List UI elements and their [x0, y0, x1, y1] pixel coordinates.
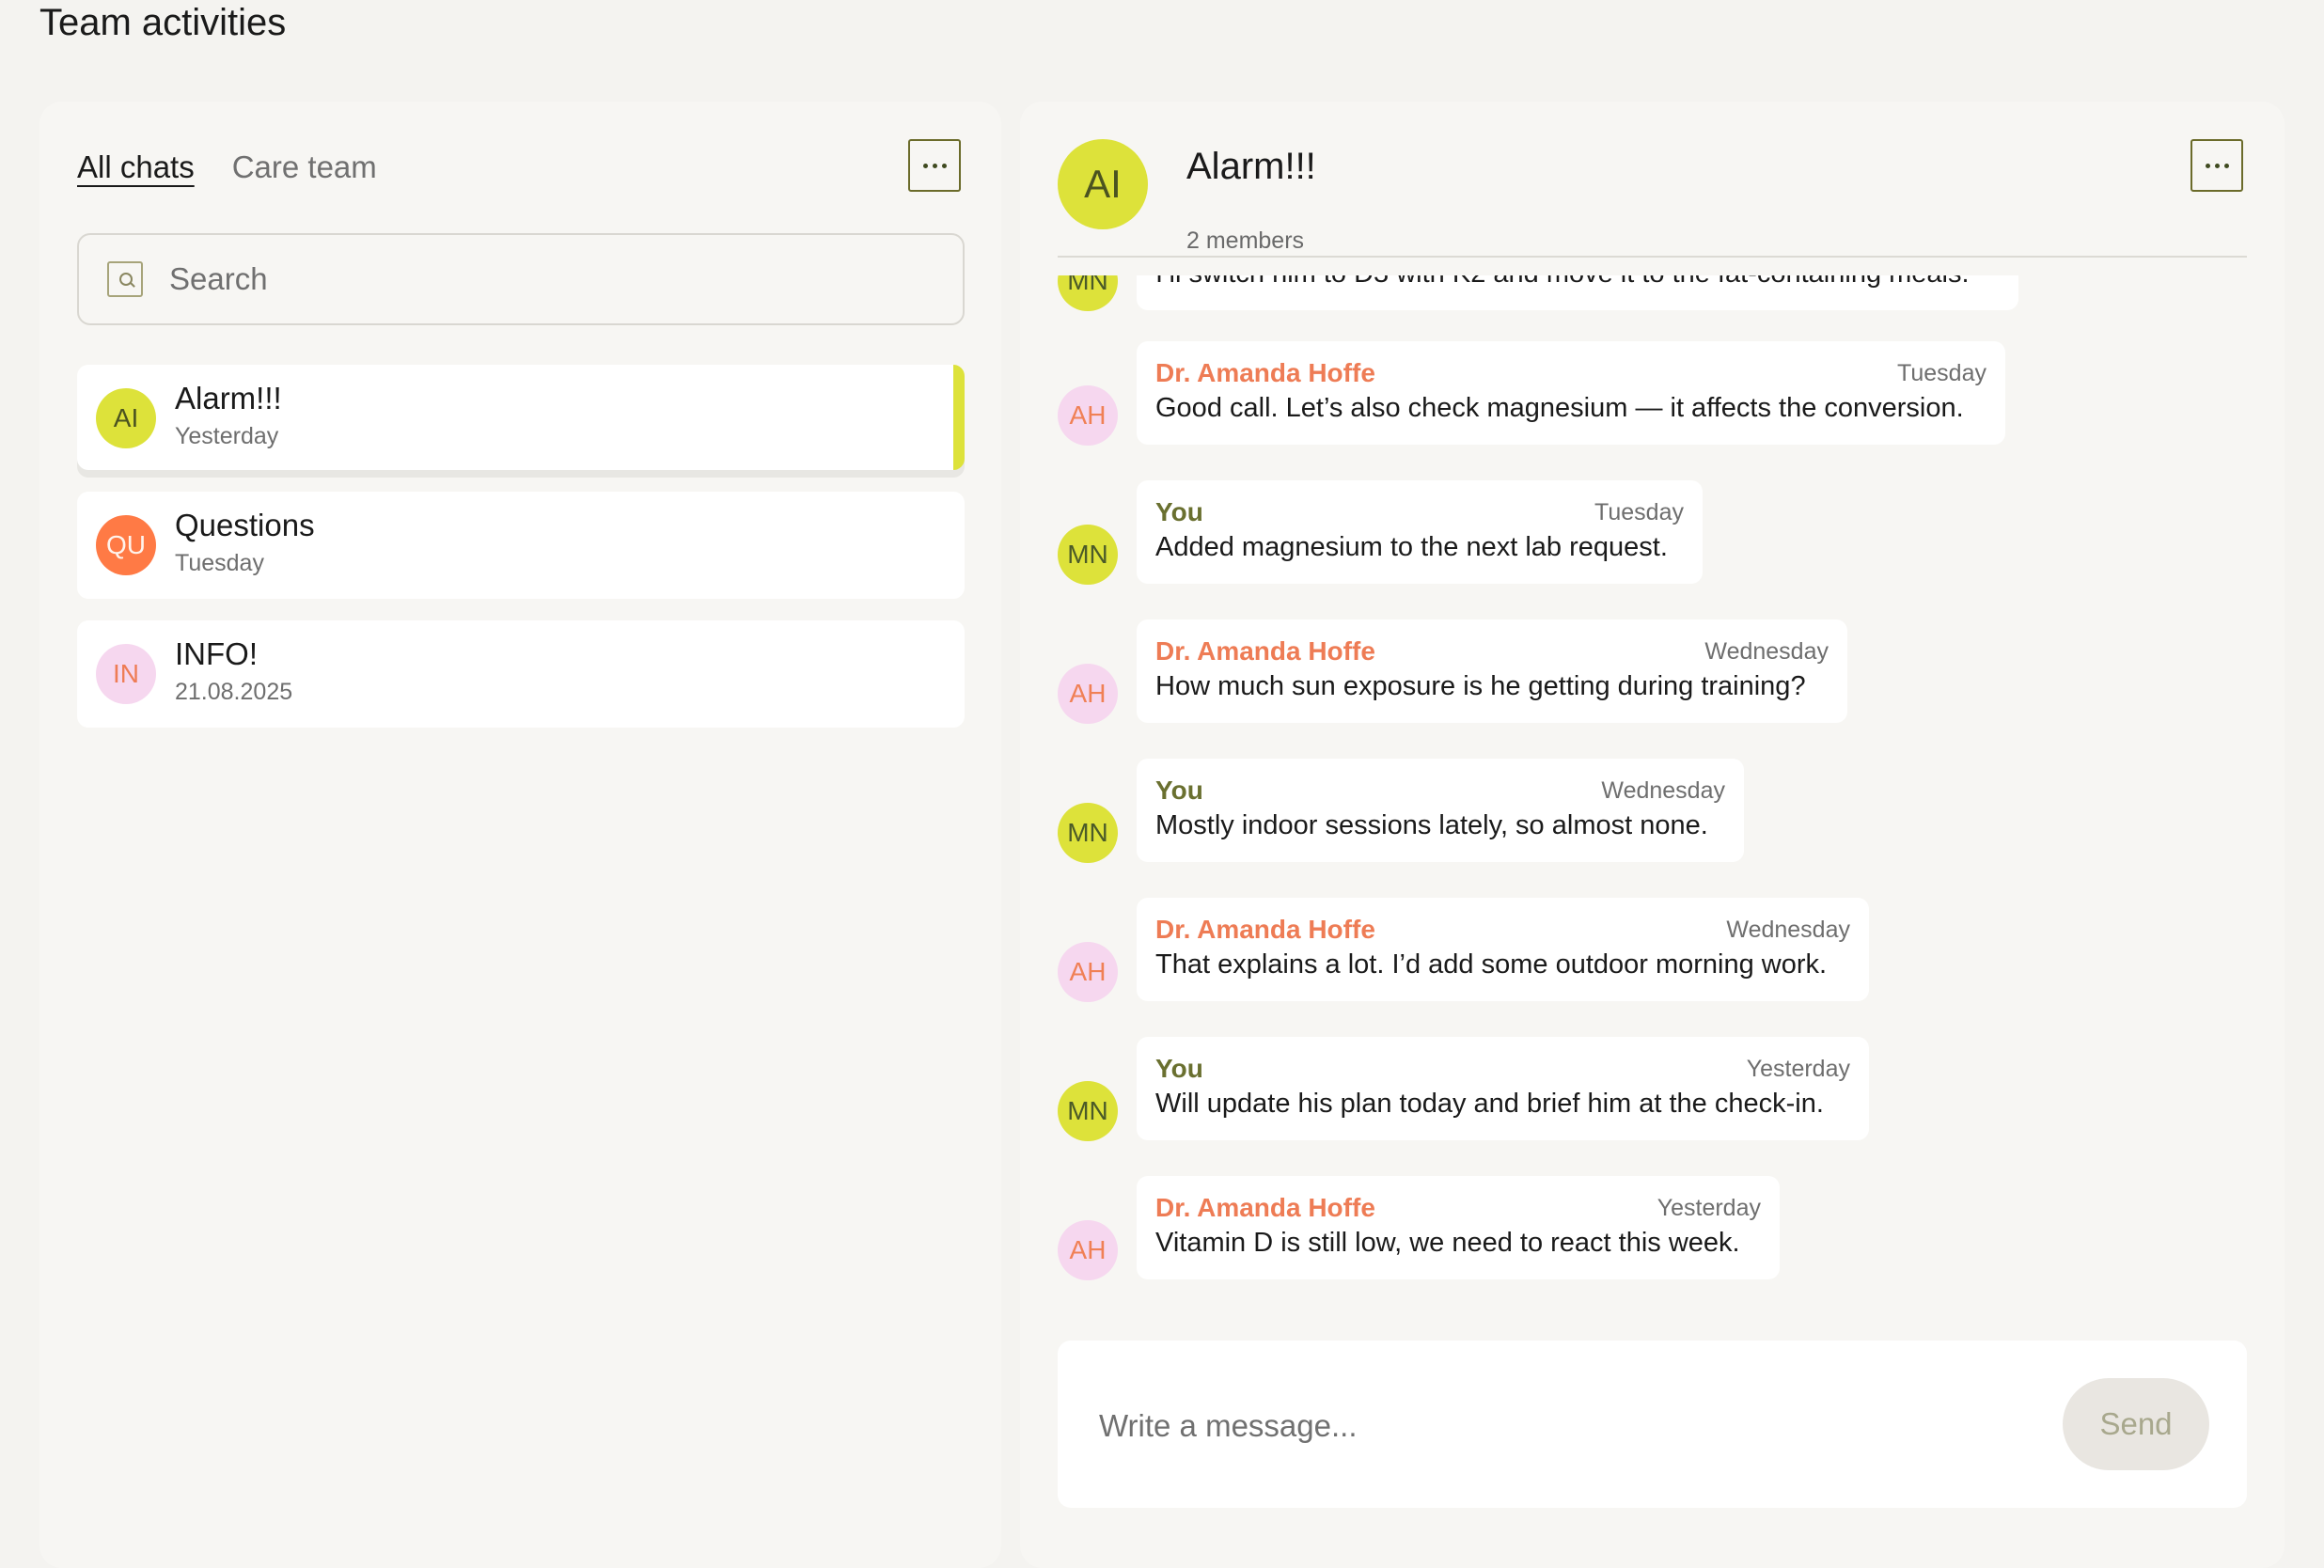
message-bubble: Dr. Amanda Hoffe Tuesday Good call. Let’…	[1137, 341, 2005, 445]
message-bubble: You Wednesday Mostly indoor sessions lat…	[1137, 759, 1744, 862]
more-options-icon-dot	[2214, 163, 2220, 168]
tab-care-team[interactable]: Care team	[232, 147, 377, 188]
message-input[interactable]	[1097, 1397, 1947, 1455]
message-text: That explains a lot. I’d add some outdoo…	[1155, 949, 1828, 980]
avatar: IN	[96, 644, 156, 704]
search-box[interactable]	[77, 233, 965, 325]
message-sender: You	[1155, 497, 1203, 526]
message-text: I’ll switch him to D3 with K2 and move i…	[1155, 275, 1970, 291]
message-text: Vitamin D is still low, we need to react…	[1155, 1228, 1740, 1258]
message-time: Wednesday	[1726, 917, 1850, 943]
message-sender: Dr. Amanda Hoffe	[1155, 1193, 1375, 1222]
message-time: Yesterday	[1657, 1195, 1761, 1221]
avatar: AH	[1058, 942, 1118, 1002]
avatar: AH	[1058, 1220, 1118, 1280]
conversation-more-button[interactable]	[2191, 139, 2243, 192]
conversation-panel: AI Alarm!!! 2 members MN I’ll switch him…	[1020, 102, 2285, 1568]
room-title: Alarm!!!	[1186, 146, 1316, 187]
message-sender: You	[1155, 776, 1203, 805]
message-time: Wednesday	[1601, 777, 1725, 804]
search-icon	[107, 261, 143, 297]
more-options-icon	[922, 163, 928, 168]
message-text: Mostly indoor sessions lately, so almost…	[1155, 810, 1708, 840]
message-text: Added magnesium to the next lab request.	[1155, 532, 1668, 562]
chat-date: Yesterday	[175, 423, 279, 449]
avatar: MN	[1058, 275, 1118, 311]
message-sender: You	[1155, 1054, 1203, 1083]
chat-name: Questions	[175, 508, 315, 542]
chat-date: Tuesday	[175, 550, 264, 576]
message-text: How much sun exposure is he getting duri…	[1155, 671, 1806, 701]
search-input[interactable]	[167, 260, 923, 298]
room-members-count: 2 members	[1186, 227, 1305, 254]
message-text: Good call. Let’s also check magnesium — …	[1155, 393, 1964, 423]
chat-tabs: All chats Care team	[77, 147, 377, 188]
chat-name: Alarm!!!	[175, 381, 282, 416]
message-text: Will update his plan today and brief him…	[1155, 1089, 1824, 1119]
message-time: Yesterday	[1746, 1056, 1850, 1082]
chat-item-info[interactable]: IN INFO! 21.08.2025	[77, 620, 965, 728]
tab-all-chats[interactable]: All chats	[77, 147, 195, 188]
avatar: MN	[1058, 803, 1118, 863]
chat-list-more-button[interactable]	[908, 139, 961, 192]
message-time: Tuesday	[1897, 360, 1986, 386]
message-sender: Dr. Amanda Hoffe	[1155, 636, 1375, 666]
avatar: QU	[96, 515, 156, 575]
chat-item-questions[interactable]: QU Questions Tuesday	[77, 492, 965, 599]
more-options-icon-dot	[932, 163, 937, 168]
avatar: AI	[96, 388, 156, 448]
room-avatar: AI	[1058, 139, 1148, 229]
message-bubble: I’ll switch him to D3 with K2 and move i…	[1137, 275, 2018, 310]
message-bubble: Dr. Amanda Hoffe Wednesday That explains…	[1137, 898, 1869, 1001]
chat-item-alarm[interactable]: AI Alarm!!! Yesterday	[77, 365, 965, 470]
avatar: MN	[1058, 525, 1118, 585]
message-bubble: You Tuesday Added magnesium to the next …	[1137, 480, 1703, 584]
chat-list-panel: All chats Care team AI Alarm!!! Yesterda…	[39, 102, 1001, 1568]
conversation-header: AI Alarm!!! 2 members	[1058, 139, 2247, 258]
message-time: Wednesday	[1704, 638, 1829, 665]
avatar: AH	[1058, 385, 1118, 446]
page-title: Team activities	[39, 2, 287, 43]
message-composer: Send	[1058, 1341, 2247, 1508]
message-bubble: You Yesterday Will update his plan today…	[1137, 1037, 1869, 1140]
chat-date: 21.08.2025	[175, 679, 293, 705]
more-options-icon	[2205, 163, 2210, 168]
more-options-icon-dot	[2223, 163, 2229, 168]
message-sender: Dr. Amanda Hoffe	[1155, 915, 1375, 944]
message-sender: Dr. Amanda Hoffe	[1155, 358, 1375, 387]
more-options-icon-dot	[941, 163, 947, 168]
chat-name: INFO!	[175, 636, 258, 671]
message-list[interactable]: MN I’ll switch him to D3 with K2 and mov…	[1058, 275, 2247, 1319]
avatar: MN	[1058, 1081, 1118, 1141]
avatar: AH	[1058, 664, 1118, 724]
send-button[interactable]: Send	[2063, 1378, 2209, 1470]
message-time: Tuesday	[1594, 499, 1684, 525]
message-bubble: Dr. Amanda Hoffe Yesterday Vitamin D is …	[1137, 1176, 1780, 1279]
message-bubble: Dr. Amanda Hoffe Wednesday How much sun …	[1137, 619, 1847, 723]
